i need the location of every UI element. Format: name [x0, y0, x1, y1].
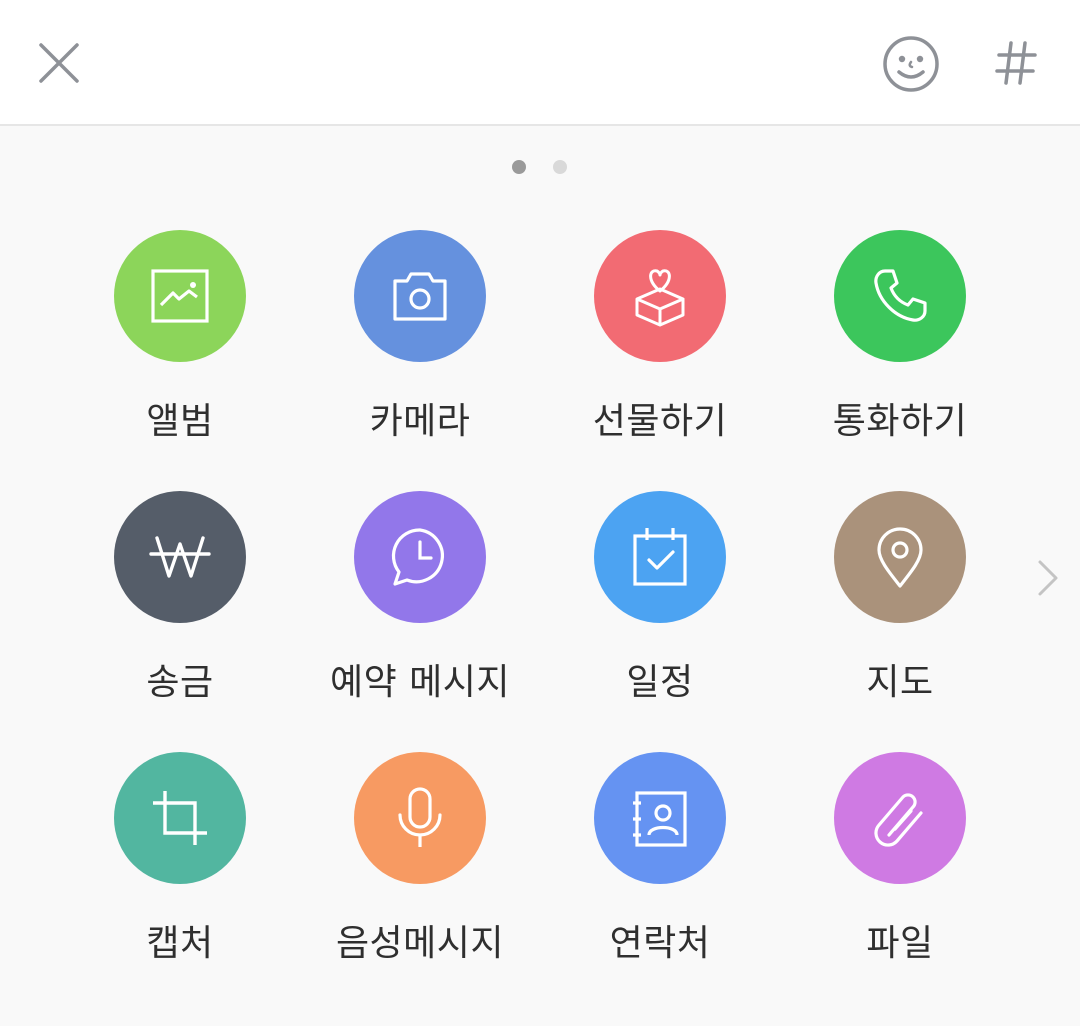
map-circle[interactable] [834, 491, 966, 623]
menu-item-voice-message[interactable]: 음성메시지 [300, 752, 540, 982]
next-page-button[interactable] [1032, 556, 1064, 600]
menu-item-calendar[interactable]: 일정 [540, 491, 780, 721]
contact-card-icon [633, 791, 687, 847]
transfer-circle[interactable] [114, 491, 246, 623]
menu-item-camera[interactable]: 카메라 [300, 230, 540, 460]
menu-item-contacts[interactable]: 연락처 [540, 752, 780, 982]
menu-item-label: 연락처 [609, 923, 711, 964]
menu-item-scheduled-message[interactable]: 예약 메시지 [300, 491, 540, 721]
microphone-icon [398, 787, 442, 847]
page-indicator [0, 160, 1080, 174]
image-icon [151, 269, 209, 323]
map-pin-icon [877, 527, 923, 588]
calendar-circle[interactable] [594, 491, 726, 623]
top-bar [0, 0, 1080, 126]
close-icon [39, 43, 79, 83]
menu-item-call[interactable]: 통화하기 [780, 230, 1020, 460]
menu-item-label: 음성메시지 [335, 923, 505, 964]
won-icon [149, 536, 211, 578]
chevron-right-icon [1038, 560, 1058, 596]
page-dot-inactive[interactable] [553, 160, 567, 174]
emoticon-button[interactable] [878, 31, 944, 97]
call-circle[interactable] [834, 230, 966, 362]
calendar-icon [633, 528, 687, 586]
smiley-face-icon [883, 36, 939, 92]
scheduled-message-icon [391, 528, 444, 586]
menu-item-label: 카메라 [369, 401, 471, 442]
gift-circle[interactable] [594, 230, 726, 362]
paperclip-icon [874, 793, 923, 847]
menu-item-label: 통화하기 [832, 401, 968, 442]
menu-item-label: 앨범 [146, 401, 214, 442]
menu-item-gift[interactable]: 선물하기 [540, 230, 780, 460]
menu-item-map[interactable]: 지도 [780, 491, 1020, 721]
camera-circle[interactable] [354, 230, 486, 362]
close-button[interactable] [30, 34, 88, 92]
scheduled-message-circle[interactable] [354, 491, 486, 623]
hash-icon [995, 41, 1037, 85]
hash-tag-button[interactable] [986, 33, 1046, 93]
menu-item-label: 선물하기 [592, 401, 728, 442]
menu-item-label: 캡처 [146, 923, 214, 964]
menu-item-transfer[interactable]: 송금 [60, 491, 300, 721]
menu-item-label: 파일 [866, 923, 934, 964]
menu-item-label: 지도 [866, 662, 934, 703]
menu-item-capture[interactable]: 캡처 [60, 752, 300, 982]
menu-item-label: 송금 [146, 662, 214, 703]
contacts-circle[interactable] [594, 752, 726, 884]
gift-icon [635, 269, 685, 327]
capture-circle[interactable] [114, 752, 246, 884]
page-dot-active[interactable] [512, 160, 526, 174]
menu-item-album[interactable]: 앨범 [60, 230, 300, 460]
file-circle[interactable] [834, 752, 966, 884]
voice-message-circle[interactable] [354, 752, 486, 884]
menu-item-label: 일정 [626, 662, 694, 703]
menu-item-file[interactable]: 파일 [780, 752, 1020, 982]
menu-item-label: 예약 메시지 [329, 662, 511, 703]
camera-icon [393, 272, 447, 321]
phone-icon [874, 269, 927, 322]
crop-icon [153, 791, 207, 845]
album-circle[interactable] [114, 230, 246, 362]
